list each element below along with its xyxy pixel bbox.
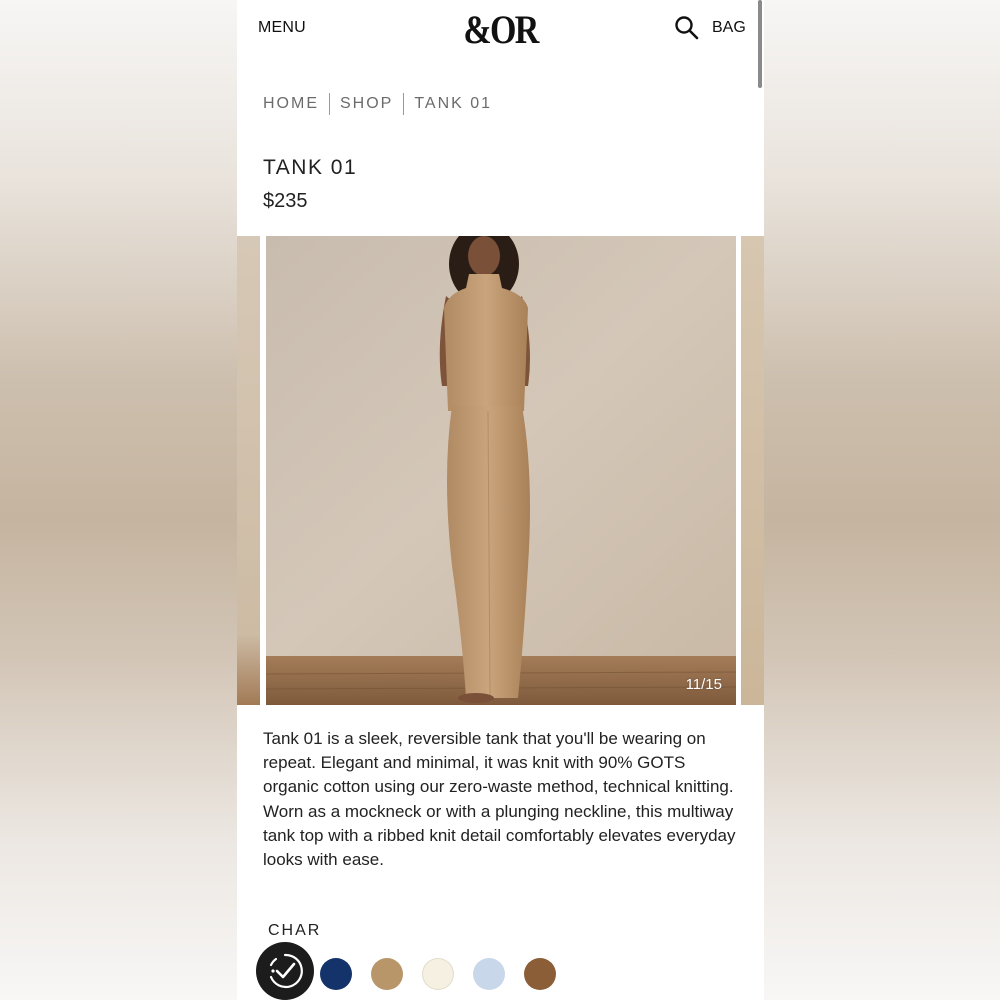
product-title: TANK 01 (263, 156, 358, 179)
product-description: Tank 01 is a sleek, reversible tank that… (263, 729, 736, 870)
header: MENU &OR BAG (237, 0, 764, 60)
image-gallery[interactable]: 11/15 (237, 236, 764, 705)
brand-logo[interactable]: &OR (277, 6, 725, 53)
gallery-counter: 11/15 (685, 676, 722, 693)
swatch-light-blue[interactable] (473, 958, 505, 990)
swatch-cream[interactable] (422, 958, 454, 990)
breadcrumb-divider (329, 93, 330, 115)
bag-button[interactable]: BAG (712, 19, 746, 37)
swatch-navy[interactable] (320, 958, 352, 990)
previous-image-peek[interactable] (237, 236, 260, 705)
breadcrumb-current: TANK 01 (414, 95, 493, 112)
product-page: MENU &OR BAG HOME SHOP TANK 01 TANK 01 $… (237, 0, 764, 1000)
product-price: $235 (263, 190, 308, 212)
breadcrumb-home[interactable]: HOME (263, 95, 319, 113)
breadcrumb: HOME SHOP TANK 01 (263, 93, 492, 115)
product-image[interactable]: 11/15 (266, 236, 736, 705)
color-swatches (256, 942, 756, 1000)
search-icon[interactable] (674, 15, 700, 41)
swatch-selected[interactable] (256, 942, 314, 1000)
breadcrumb-shop[interactable]: SHOP (340, 95, 393, 113)
model-photo (266, 236, 736, 705)
selected-check-icon (269, 953, 303, 989)
color-label: CHAR (268, 922, 322, 939)
swatch-brown[interactable] (524, 958, 556, 990)
next-image-peek[interactable] (741, 236, 764, 705)
swatch-camel[interactable] (371, 958, 403, 990)
breadcrumb-divider (403, 93, 405, 115)
